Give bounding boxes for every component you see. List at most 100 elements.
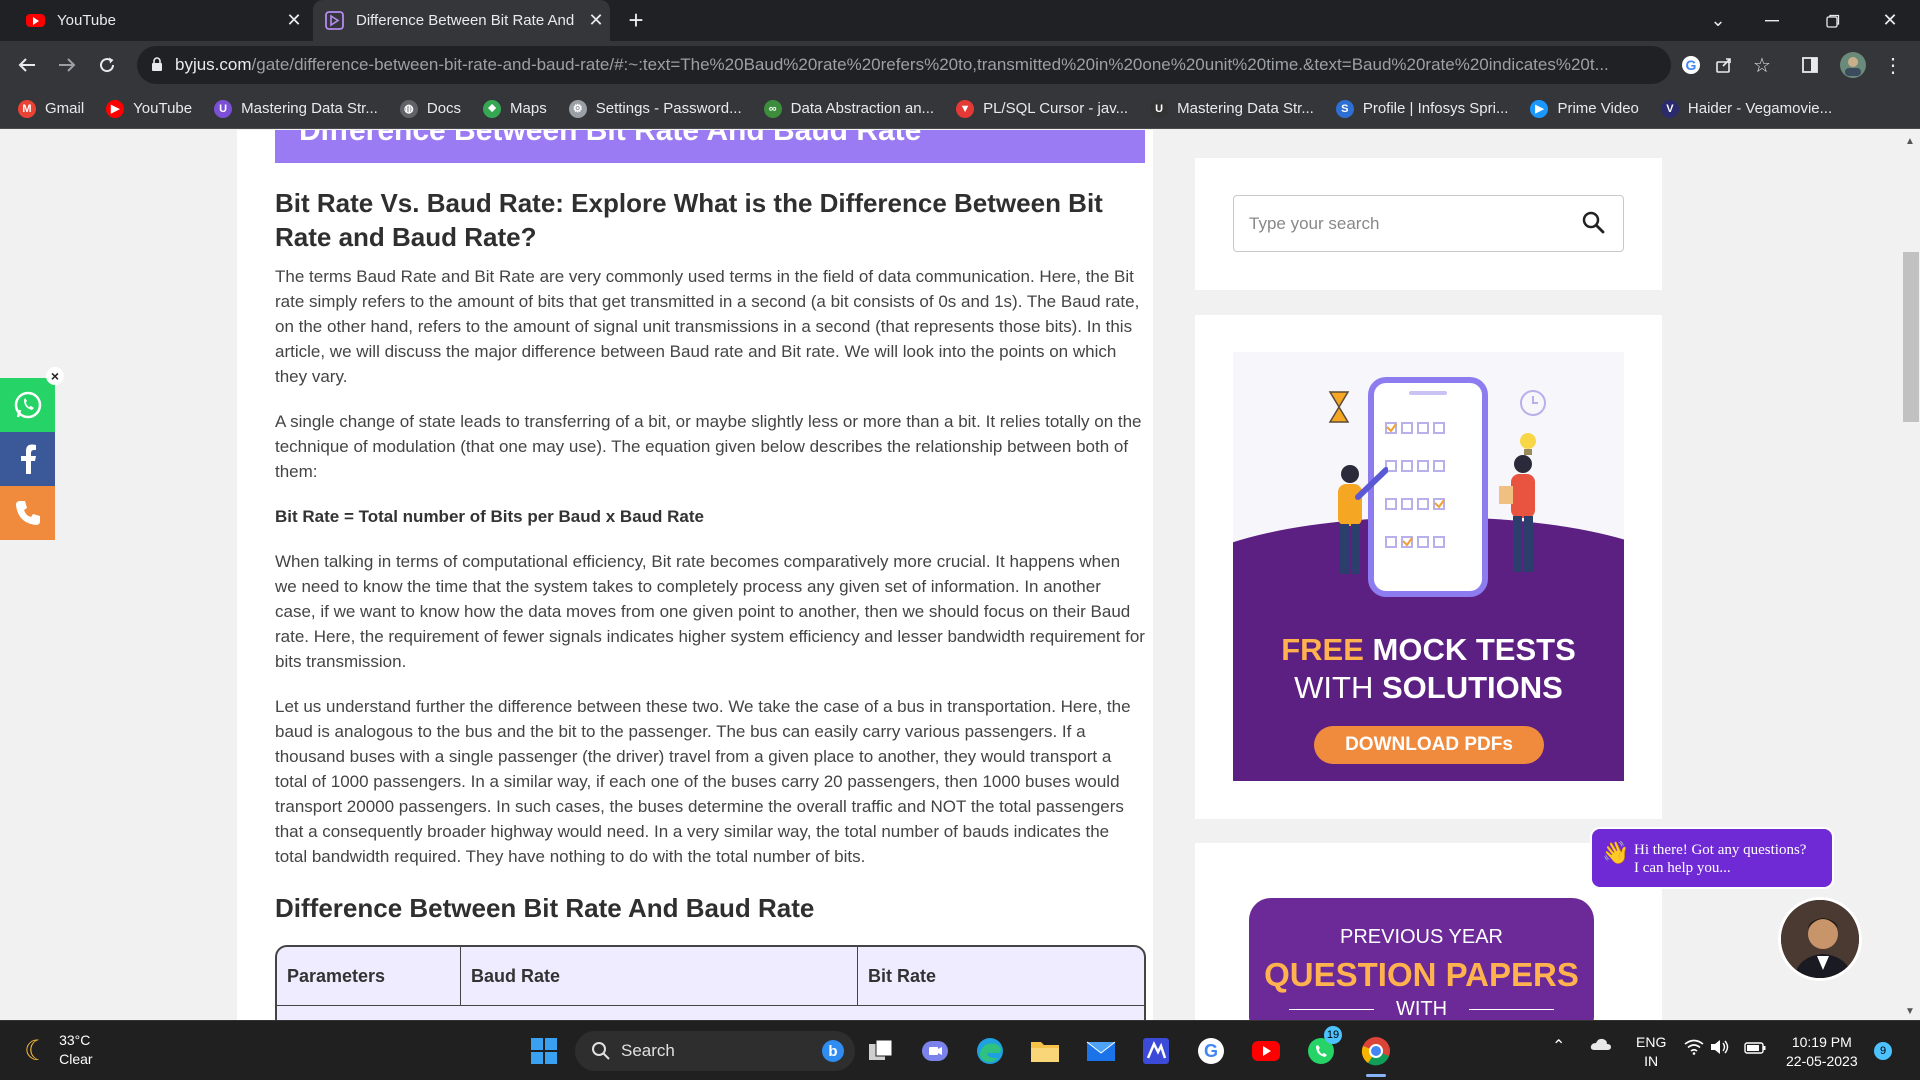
bookmark-item[interactable]: ∞ Data Abstraction an... — [763, 99, 934, 118]
moon-icon: ☾ — [24, 1034, 50, 1066]
bookmark-item[interactable]: ⚙ Settings - Password... — [568, 99, 742, 118]
app-icon[interactable] — [1137, 1032, 1175, 1070]
youtube-icon: ▶ — [106, 99, 125, 118]
download-pdfs-button[interactable]: DOWNLOAD PDFs — [1314, 726, 1544, 764]
divider — [1469, 1009, 1554, 1010]
youtube-icon[interactable] — [1247, 1032, 1285, 1070]
bookmark-item[interactable]: M Gmail — [18, 99, 84, 118]
volume-icon[interactable] — [1710, 1039, 1730, 1060]
bookmark-item[interactable]: ◍ Docs — [399, 99, 461, 118]
scroll-up-arrow[interactable]: ▲ — [1905, 136, 1915, 147]
pyq-line1: PREVIOUS YEAR — [1339, 926, 1504, 948]
restore-button[interactable] — [1803, 0, 1863, 41]
side-panel-icon[interactable] — [1792, 47, 1828, 83]
bing-icon[interactable]: b — [821, 1039, 845, 1063]
onedrive-icon[interactable] — [1590, 1037, 1612, 1056]
paragraph: When talking in terms of computational e… — [275, 552, 1145, 671]
bookmark-item[interactable]: S Profile | Infosys Spri... — [1335, 99, 1508, 118]
section-heading: Difference Between Bit Rate And Baud Rat… — [275, 893, 815, 923]
weather-widget[interactable]: ☾ 33°C Clear — [24, 1031, 93, 1069]
clock-icon — [1520, 390, 1546, 416]
wifi-icon[interactable] — [1684, 1039, 1704, 1060]
udemy-icon: U — [214, 99, 233, 118]
clock[interactable]: 10:19 PM 22-05-2023 — [1786, 1033, 1858, 1071]
mail-icon[interactable] — [1082, 1032, 1120, 1070]
edge-icon[interactable] — [971, 1032, 1009, 1070]
start-button[interactable] — [525, 1032, 563, 1070]
browser-toolbar: byjus.com/gate/difference-between-bit-ra… — [0, 41, 1920, 89]
url-path: /gate/difference-between-bit-rate-and-ba… — [251, 55, 1609, 74]
svg-text:b: b — [828, 1043, 837, 1060]
whatsapp-icon — [14, 391, 41, 419]
bookmark-star-icon[interactable]: ☆ — [1744, 47, 1780, 83]
article-content: Bit Rate Vs. Baud Rate: Explore What is … — [275, 186, 1145, 925]
call-button[interactable] — [0, 486, 55, 540]
file-explorer-icon[interactable] — [1026, 1032, 1064, 1070]
battery-icon[interactable] — [1744, 1040, 1766, 1059]
share-icon[interactable] — [1706, 47, 1742, 83]
taskbar-search[interactable]: Search b — [575, 1031, 855, 1071]
close-tab-icon[interactable]: ✕ — [280, 10, 308, 31]
youtube-icon — [26, 14, 45, 27]
back-button[interactable] — [9, 47, 45, 83]
close-tab-icon[interactable]: ✕ — [582, 10, 610, 31]
question-papers-ad[interactable]: PREVIOUS YEAR QUESTION PAPERS WITH — [1249, 898, 1594, 1020]
address-bar[interactable]: byjus.com/gate/difference-between-bit-ra… — [137, 46, 1671, 84]
tab-byjus[interactable]: Difference Between Bit Rate And ✕ — [313, 0, 610, 41]
page-viewport: Difference Between Bit Rate And Baud Rat… — [0, 130, 1920, 1020]
facebook-share-button[interactable] — [0, 432, 55, 486]
chat-agent-avatar[interactable] — [1778, 897, 1862, 981]
close-window-button[interactable]: ✕ — [1860, 0, 1920, 41]
bookmark-item[interactable]: ▶ YouTube — [106, 99, 192, 118]
bookmark-label: Maps — [510, 100, 547, 117]
chrome-browser-icon[interactable] — [1357, 1032, 1395, 1077]
chrome-icon[interactable]: G — [1192, 1032, 1230, 1070]
google-lens-icon[interactable]: G — [1673, 47, 1709, 83]
forward-button[interactable] — [49, 47, 85, 83]
close-social-icon[interactable]: × — [46, 367, 64, 385]
reload-button[interactable] — [89, 47, 125, 83]
bookmark-label: Settings - Password... — [595, 100, 742, 117]
facebook-icon — [20, 444, 36, 474]
url-text[interactable]: byjus.com/gate/difference-between-bit-ra… — [175, 55, 1645, 75]
promo-solutions: SOLUTIONS — [1381, 670, 1563, 705]
more-menu-icon[interactable]: ⋮ — [1875, 47, 1911, 83]
bookmark-label: PL/SQL Cursor - jav... — [983, 100, 1129, 117]
bookmark-item[interactable]: ▼ PL/SQL Cursor - jav... — [956, 99, 1129, 118]
language-indicator[interactable]: ENG IN — [1636, 1033, 1666, 1071]
temperature: 33°C — [59, 1032, 91, 1048]
gmail-icon: M — [18, 99, 36, 118]
paragraph: Let us understand further the difference… — [275, 697, 1131, 866]
lock-icon[interactable] — [151, 56, 175, 74]
tab-search-icon[interactable]: ⌄ — [1688, 0, 1748, 41]
scroll-down-arrow[interactable]: ▼ — [1905, 1006, 1915, 1017]
notification-badge[interactable]: 9 — [1874, 1042, 1892, 1060]
scrollbar-thumb[interactable] — [1903, 252, 1919, 422]
bookmark-item[interactable]: U Mastering Data Str... — [1150, 99, 1314, 118]
mock-tests-ad[interactable]: FREE MOCK TESTS WITH SOLUTIONS DOWNLOAD … — [1233, 352, 1624, 781]
whatsapp-icon[interactable]: 19 — [1302, 1026, 1342, 1070]
person-illustration — [1338, 465, 1388, 574]
teams-chat-icon[interactable] — [916, 1032, 954, 1070]
svg-text:G: G — [1204, 1041, 1218, 1061]
search-icon[interactable] — [1581, 210, 1605, 239]
tab-youtube[interactable]: YouTube ✕ — [0, 0, 308, 41]
banner-title: Difference Between Bit Rate And Baud Rat… — [299, 130, 922, 147]
new-tab-button[interactable]: + — [622, 6, 650, 34]
sidebar-search-input[interactable]: Type your search — [1233, 195, 1624, 252]
minimize-button[interactable] — [1742, 0, 1802, 41]
bookmark-item[interactable]: ▶ Prime Video — [1530, 99, 1639, 118]
task-view-icon[interactable] — [862, 1032, 900, 1070]
pyq-line2: QUESTION PAPERS — [1264, 956, 1579, 993]
infosys-icon: S — [1335, 99, 1354, 118]
bookmark-item[interactable]: U Mastering Data Str... — [214, 99, 378, 118]
bookmark-item[interactable]: ⬥ Maps — [483, 99, 547, 118]
show-hidden-icons[interactable]: ⌃ — [1552, 1037, 1565, 1056]
bookmark-item[interactable]: V Haider - Vegamovie... — [1660, 99, 1832, 118]
profile-avatar-icon[interactable] — [1835, 47, 1871, 83]
promo-subtitle: WITH SOLUTIONS — [1233, 670, 1624, 706]
svg-text:G: G — [1686, 57, 1697, 73]
whatsapp-share-button[interactable] — [0, 378, 55, 432]
bookmarks-bar: M Gmail ▶ YouTube U Mastering Data Str... ◍ Doc… — [0, 89, 1920, 129]
chat-bubble[interactable]: 👋 Hi there! Got any questions? I can hel… — [1590, 827, 1834, 889]
